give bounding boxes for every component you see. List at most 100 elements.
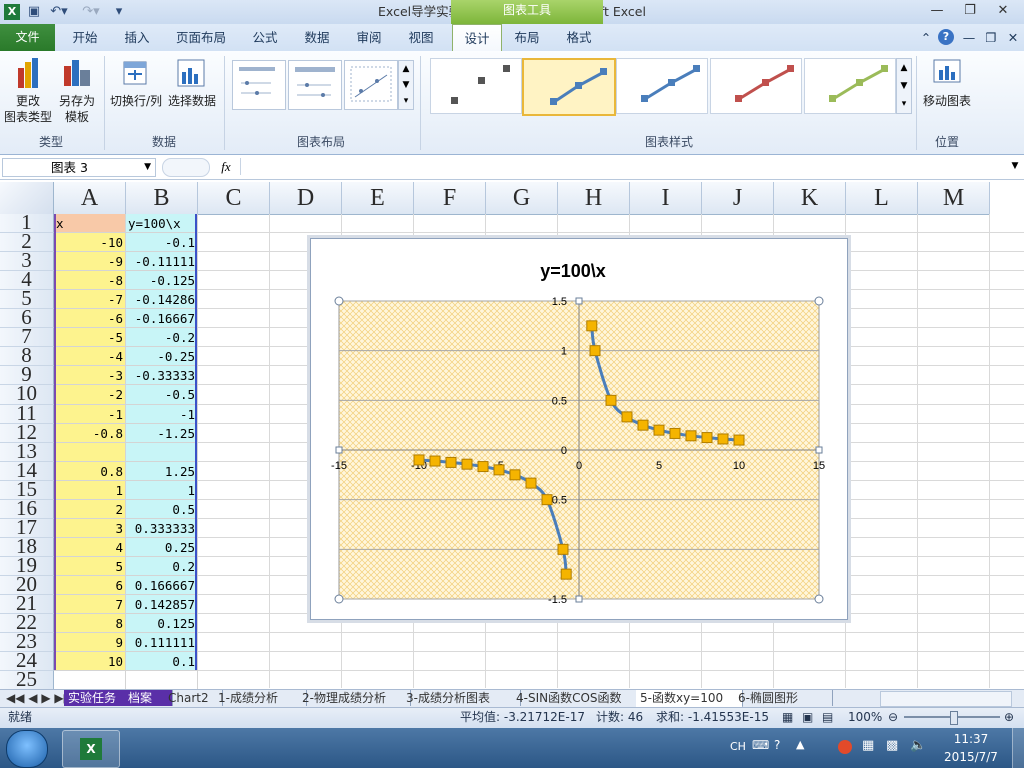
data-point-marker[interactable]	[701, 432, 713, 444]
data-point-marker[interactable]	[509, 469, 521, 481]
chart-layout-option-2[interactable]	[288, 60, 342, 110]
row-header[interactable]: 5	[0, 290, 54, 309]
excel-app-icon[interactable]: X	[4, 4, 20, 20]
row-header[interactable]: 4	[0, 271, 54, 290]
sheet-tab[interactable]: 1-成绩分析	[214, 690, 307, 706]
security-tray-icon[interactable]	[838, 740, 852, 754]
zoom-in-icon[interactable]: ⊕	[1004, 707, 1014, 728]
row-header[interactable]: 2	[0, 233, 54, 252]
row-header[interactable]: 16	[0, 500, 54, 519]
data-point-marker[interactable]	[413, 454, 425, 466]
close-window-button[interactable]: ✕	[988, 0, 1018, 22]
data-point-marker[interactable]	[733, 434, 745, 446]
sheet-tab[interactable]: 2-物理成绩分析	[298, 690, 411, 706]
row-header[interactable]: 17	[0, 519, 54, 538]
workbook-close-icon[interactable]: ✕	[1004, 24, 1022, 51]
column-header-i[interactable]: I	[630, 182, 702, 215]
cell-a[interactable]	[54, 671, 126, 690]
switch-row-column-button[interactable]: 切换行/列	[108, 56, 164, 112]
zoom-slider-handle[interactable]	[950, 711, 958, 725]
normal-view-icon[interactable]: ▦	[782, 707, 798, 728]
formula-bar-resize-handle[interactable]	[162, 158, 210, 177]
sheet-tab[interactable]: 3-成绩分析图表	[402, 690, 521, 706]
expand-formula-bar-icon[interactable]: ▼	[1008, 158, 1022, 175]
data-point-marker[interactable]	[669, 427, 681, 439]
sheet-tab[interactable]: 实验任务	[64, 690, 133, 706]
help-tray-icon[interactable]: ?	[774, 738, 780, 752]
start-button[interactable]	[6, 730, 48, 768]
row-header[interactable]: 24	[0, 652, 54, 671]
clock-date[interactable]: 2015/7/7	[936, 750, 1006, 764]
chart-layout-option-3[interactable]	[344, 60, 398, 110]
row-header[interactable]: 18	[0, 538, 54, 557]
chart-object[interactable]: y=100\x -15-10-50510151.510.50-0.5-1-1.5	[310, 238, 848, 620]
save-icon[interactable]: ▣	[26, 4, 42, 20]
row-header[interactable]: 6	[0, 309, 54, 328]
workbook-minimize-icon[interactable]: —	[960, 24, 978, 51]
tab-layout[interactable]: 布局	[502, 24, 552, 51]
plot-area-handle[interactable]	[335, 446, 343, 454]
data-point-marker[interactable]	[461, 458, 473, 470]
data-point-marker[interactable]	[653, 424, 665, 436]
row-header[interactable]: 1	[0, 214, 54, 233]
row-header[interactable]: 11	[0, 405, 54, 424]
network-icon[interactable]: ▩	[886, 738, 898, 753]
tab-insert[interactable]: 插入	[112, 24, 162, 51]
column-header-d[interactable]: D	[270, 182, 342, 215]
data-point-marker[interactable]	[557, 543, 569, 555]
data-point-marker[interactable]	[429, 455, 441, 467]
horizontal-scrollbar[interactable]	[880, 691, 1012, 707]
formula-input[interactable]	[240, 158, 1005, 175]
redo-icon[interactable]: ↷▾	[80, 4, 102, 20]
chart-title[interactable]: y=100\x	[540, 261, 606, 281]
plot-area-handle[interactable]	[334, 594, 344, 604]
page-break-view-icon[interactable]: ▤	[822, 707, 838, 728]
tab-formulas[interactable]: 公式	[240, 24, 290, 51]
data-point-marker[interactable]	[541, 494, 553, 506]
column-header-b[interactable]: B	[126, 182, 198, 215]
row-header[interactable]: 25	[0, 671, 54, 690]
data-point-marker[interactable]	[525, 477, 537, 489]
data-point-marker[interactable]	[621, 411, 633, 423]
chart-style-option-1[interactable]	[430, 58, 522, 114]
cell-b[interactable]	[126, 671, 198, 690]
input-language[interactable]: CH	[730, 740, 746, 753]
column-header-e[interactable]: E	[342, 182, 414, 215]
plot-area-handle[interactable]	[334, 296, 344, 306]
tab-view[interactable]: 视图	[396, 24, 446, 51]
keyboard-icon[interactable]: ⌨	[752, 738, 769, 752]
row-header[interactable]: 22	[0, 614, 54, 633]
data-point-marker[interactable]	[589, 345, 601, 357]
column-header-j[interactable]: J	[702, 182, 774, 215]
windows-flag-tray-icon[interactable]: ▦	[862, 738, 874, 753]
show-hidden-icons[interactable]: ▲	[796, 738, 804, 751]
chart-layout-scroll[interactable]: ▲ ▼ ▾	[398, 60, 414, 110]
zoom-out-icon[interactable]: ⊖	[888, 707, 898, 728]
page-layout-view-icon[interactable]: ▣	[802, 707, 818, 728]
undo-icon[interactable]: ↶▾	[48, 4, 70, 20]
clock-time[interactable]: 11:37	[936, 732, 1006, 746]
change-chart-type-button[interactable]: 更改 图表类型	[4, 56, 52, 128]
select-data-button[interactable]: 选择数据	[166, 56, 218, 112]
row-header[interactable]: 19	[0, 557, 54, 576]
data-point-marker[interactable]	[445, 456, 457, 468]
column-header-m[interactable]: M	[918, 182, 990, 215]
column-header-h[interactable]: H	[558, 182, 630, 215]
data-point-marker[interactable]	[605, 394, 617, 406]
column-header-g[interactable]: G	[486, 182, 558, 215]
chart-style-option-4[interactable]	[710, 58, 802, 114]
tab-design[interactable]: 设计	[452, 24, 502, 52]
column-header-k[interactable]: K	[774, 182, 846, 215]
customize-quick-access-icon[interactable]: ▾	[112, 4, 126, 20]
data-point-marker[interactable]	[637, 419, 649, 431]
restore-window-button[interactable]: ❐	[955, 0, 985, 22]
column-header-f[interactable]: F	[414, 182, 486, 215]
sheet-tab[interactable]: 6-椭圆图形	[734, 690, 833, 706]
row-header[interactable]: 9	[0, 366, 54, 385]
row-header[interactable]: 23	[0, 633, 54, 652]
collapse-ribbon-icon[interactable]: ⌃	[918, 24, 934, 51]
tab-data[interactable]: 数据	[292, 24, 342, 51]
workbook-restore-icon[interactable]: ❐	[982, 24, 1000, 51]
plot-area-handle[interactable]	[814, 594, 824, 604]
data-point-marker[interactable]	[717, 433, 729, 445]
